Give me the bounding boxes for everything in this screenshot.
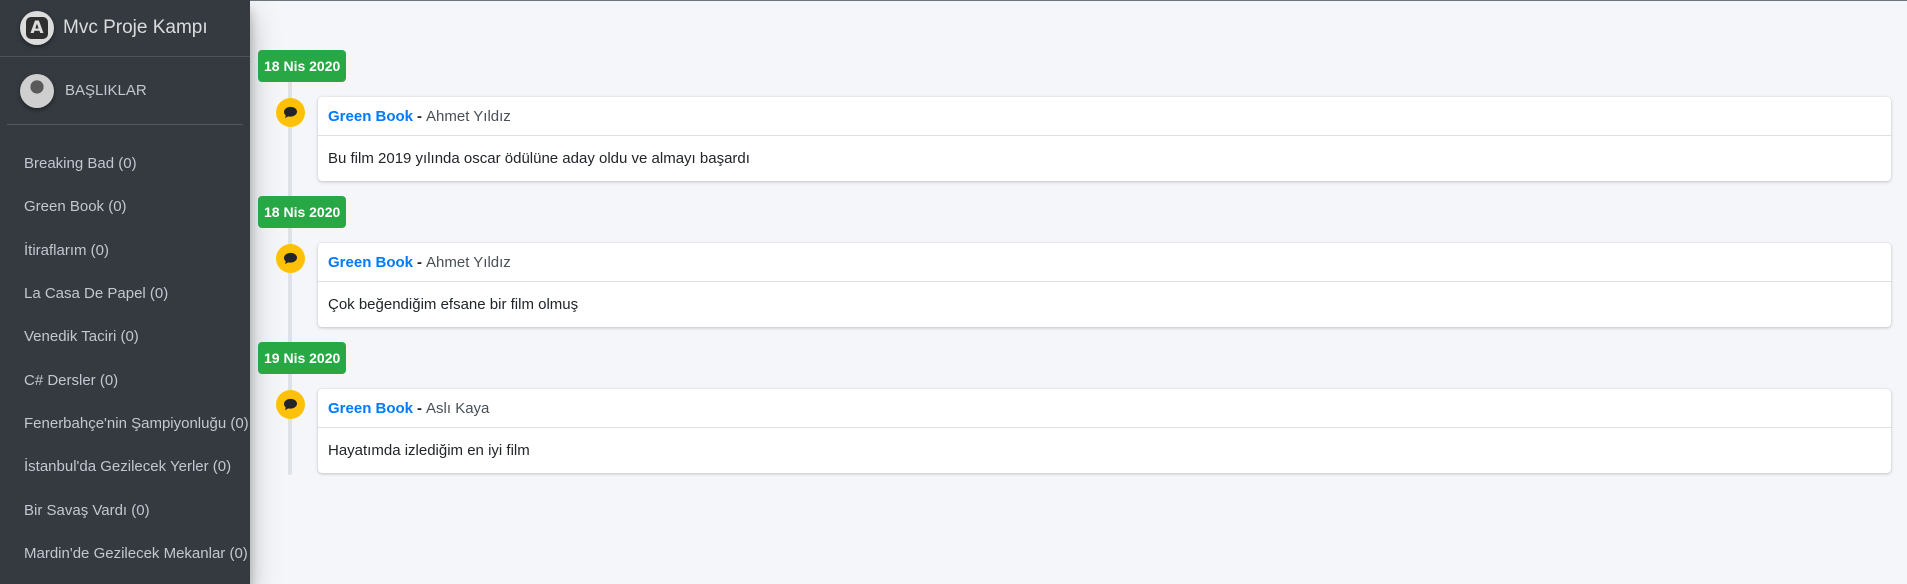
timeline-item-body: Hayatımda izlediğim en iyi film: [328, 442, 530, 459]
timeline-item: Green Book - Ahmet Yıldız Çok beğendiğim…: [318, 243, 1891, 327]
avatar: [20, 73, 54, 108]
timeline-item-body: Çok beğendiğim efsane bir film olmuş: [328, 296, 579, 313]
brand-link[interactable]: A Mvc Proje Kampı: [0, 0, 250, 57]
comment-icon: [276, 390, 305, 419]
heading-link[interactable]: Green Book: [328, 108, 413, 125]
sidebar-item-fenerbahce[interactable]: Fenerbahçe'nin Şampiyonluğu (0): [0, 402, 250, 445]
sidebar: A Mvc Proje Kampı BAŞLIKLAR Breaking Bad…: [0, 0, 250, 584]
sidebar-item-venedik-taciri[interactable]: Venedik Taciri (0): [0, 315, 250, 358]
logo-a-icon: A: [26, 17, 48, 39]
time-label: 18 Nis 2020: [258, 50, 347, 82]
timeline-item: Green Book - Aslı Kaya Hayatımda izlediğ…: [318, 389, 1891, 473]
timeline-item-header: Green Book - Ahmet Yıldız: [318, 97, 1891, 136]
header-separator: -: [417, 253, 423, 271]
comment-icon: [276, 98, 305, 127]
time-label: 19 Nis 2020: [258, 342, 347, 374]
sidebar-item-csharp-dersler[interactable]: C# Dersler (0): [0, 358, 250, 401]
header-separator: -: [417, 107, 423, 125]
header-separator: -: [417, 399, 423, 417]
header-border: [250, 0, 1907, 1]
brand-title: Mvc Proje Kampı: [63, 17, 208, 38]
sidebar-item-istanbul[interactable]: İstanbul'da Gezilecek Yerler (0): [0, 445, 250, 488]
author-name: Aslı Kaya: [426, 399, 490, 417]
brand-logo: A: [20, 11, 54, 45]
sidebar-nav: Breaking Bad (0) Green Book (0) İtirafla…: [0, 125, 250, 575]
sidebar-item-la-casa-de-papel[interactable]: La Casa De Papel (0): [0, 272, 250, 315]
user-panel[interactable]: BAŞLIKLAR: [7, 57, 243, 125]
user-panel-title: BAŞLIKLAR: [65, 82, 147, 99]
timeline-item-header: Green Book - Aslı Kaya: [318, 389, 1891, 428]
sidebar-item-breaking-bad[interactable]: Breaking Bad (0): [0, 142, 250, 185]
timeline-item-header: Green Book - Ahmet Yıldız: [318, 243, 1891, 282]
sidebar-item-itiraflarim[interactable]: İtiraflarım (0): [0, 229, 250, 272]
sidebar-item-green-book[interactable]: Green Book (0): [0, 185, 250, 228]
sidebar-item-bir-savas-vardi[interactable]: Bir Savaş Vardı (0): [0, 488, 250, 531]
author-name: Ahmet Yıldız: [426, 253, 511, 271]
comment-icon: [276, 244, 305, 273]
time-label: 18 Nis 2020: [258, 196, 347, 228]
timeline-item-body: Bu film 2019 yılında oscar ödülüne aday …: [328, 150, 750, 167]
sidebar-item-mardin[interactable]: Mardin'de Gezilecek Mekanlar (0): [0, 532, 250, 575]
heading-link[interactable]: Green Book: [328, 254, 413, 271]
author-name: Ahmet Yıldız: [426, 107, 511, 125]
heading-link[interactable]: Green Book: [328, 400, 413, 417]
timeline: 18 Nis 2020 Green Book - Ahmet Yıldız Bu…: [258, 50, 1891, 475]
timeline-item: Green Book - Ahmet Yıldız Bu film 2019 y…: [318, 97, 1891, 181]
